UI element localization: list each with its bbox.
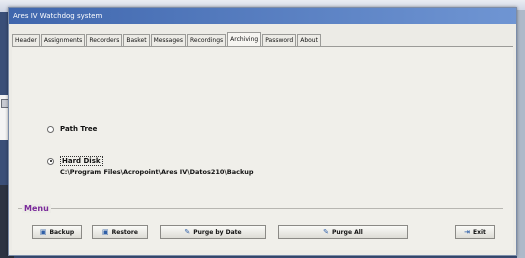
path-tree-radio[interactable]	[47, 125, 54, 133]
menu-title: Menu	[22, 204, 51, 213]
exit-icon: ⇥	[464, 228, 470, 236]
screen: Ares IV Watchdog system Header Assignmen…	[0, 0, 525, 258]
path-tree-option[interactable]: Path Tree	[47, 125, 97, 133]
hard-disk-label: Hard Disk	[60, 156, 103, 166]
tab-recordings[interactable]: Recordings	[187, 34, 227, 46]
tab-header[interactable]: Header	[12, 34, 40, 46]
tab-password[interactable]: Password	[262, 34, 297, 46]
hard-disk-option[interactable]: Hard Disk	[47, 156, 103, 166]
restore-icon: ▣	[102, 228, 109, 236]
tab-recorders[interactable]: Recorders	[86, 34, 123, 46]
tab-assignments[interactable]: Assignments	[40, 34, 86, 46]
restore-button[interactable]: ▣ Restore	[92, 225, 148, 239]
tab-about[interactable]: About	[297, 34, 321, 46]
purge-by-date-button[interactable]: ✎ Purge by Date	[160, 225, 266, 239]
purge-all-button[interactable]: ✎ Purge All	[278, 225, 408, 239]
tab-basket[interactable]: Basket	[123, 34, 150, 46]
window-title: Ares IV Watchdog system	[9, 8, 516, 24]
hard-disk-radio[interactable]	[47, 157, 54, 165]
exit-button-label: Exit	[472, 228, 486, 236]
purge-all-icon: ✎	[323, 228, 330, 236]
backup-button-label: Backup	[49, 228, 75, 236]
tab-messages[interactable]: Messages	[150, 34, 186, 46]
purge-date-icon: ✎	[184, 228, 191, 236]
purge-all-button-label: Purge All	[332, 228, 363, 236]
exit-button[interactable]: ⇥ Exit	[455, 225, 495, 239]
tab-bar: Header Assignments Recorders Basket Mess…	[12, 32, 322, 46]
restore-button-label: Restore	[111, 228, 138, 236]
backup-path: C:\Program Files\Acropoint\Ares IV\Datos…	[60, 168, 254, 176]
background-window-right	[517, 10, 525, 258]
backup-button[interactable]: ▣ Backup	[32, 225, 82, 239]
path-tree-label: Path Tree	[60, 125, 98, 133]
backup-icon: ▣	[39, 228, 47, 236]
purge-by-date-button-label: Purge by Date	[193, 228, 242, 236]
tab-archiving[interactable]: Archiving	[227, 32, 262, 46]
